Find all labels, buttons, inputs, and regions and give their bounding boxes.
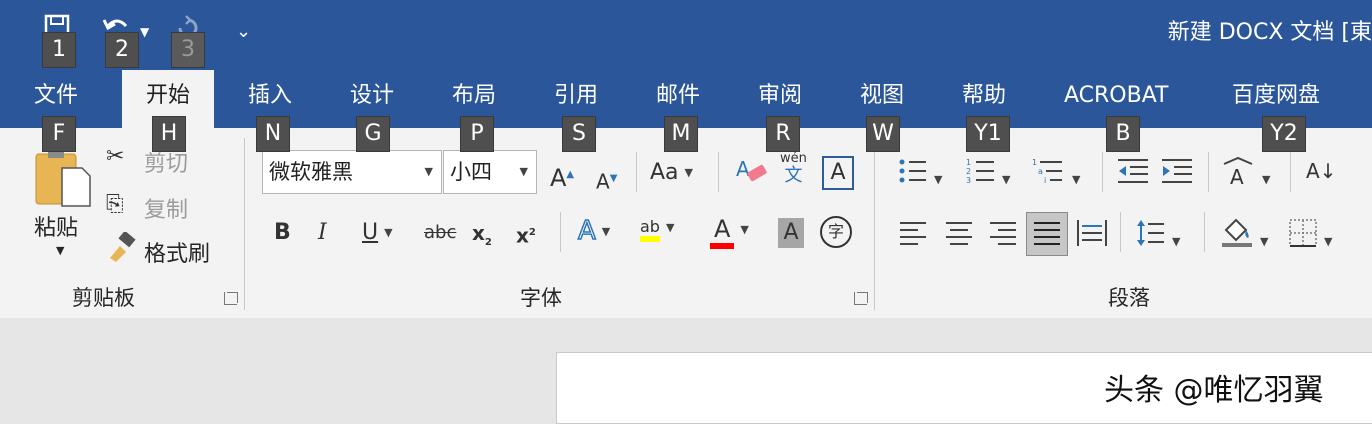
phonetic-guide-icon[interactable]: wén 文 xyxy=(780,152,807,186)
tab-acrobat[interactable]: ACROBAT xyxy=(1064,80,1169,112)
tab-layout[interactable]: 布局 xyxy=(452,80,496,112)
font-name-combobox[interactable]: 微软雅黑 ▼ xyxy=(262,150,442,194)
tab-view[interactable]: 视图 xyxy=(860,80,904,112)
italic-button[interactable]: I xyxy=(318,218,327,248)
keytip-undo: 2 xyxy=(105,32,139,68)
cut-icon: ✂ xyxy=(106,144,125,169)
separator-font-inner3 xyxy=(560,212,561,252)
font-name-value: 微软雅黑 xyxy=(269,160,353,184)
grow-font-icon[interactable]: A▲ xyxy=(550,160,574,193)
align-left-icon[interactable] xyxy=(898,220,928,255)
keytip-help: Y1 xyxy=(966,116,1010,152)
align-center-icon[interactable] xyxy=(944,220,974,255)
justify-icon[interactable] xyxy=(1032,220,1062,255)
chinese-layout-icon[interactable]: A ▼ xyxy=(1222,156,1270,195)
chevron-down-icon[interactable]: ▼ xyxy=(425,151,433,193)
tab-mailings[interactable]: 邮件 xyxy=(656,80,700,112)
shrink-font-icon[interactable]: A▼ xyxy=(596,164,617,197)
character-shading-icon[interactable]: A xyxy=(778,218,804,248)
change-case-icon[interactable]: Aa ▼ xyxy=(650,158,693,188)
multilevel-list-icon[interactable]: 1 a i ▼ xyxy=(1032,156,1080,195)
format-painter-icon[interactable] xyxy=(106,230,138,271)
svg-text:i: i xyxy=(1044,176,1046,185)
separator-font-inner2 xyxy=(718,152,719,192)
keytip-mailings: M xyxy=(664,116,698,152)
shading-icon[interactable]: ▼ xyxy=(1220,216,1268,257)
enclose-characters-icon[interactable]: 字 xyxy=(820,216,852,248)
superscript-button[interactable]: x2 xyxy=(516,218,536,251)
keytip-layout: P xyxy=(460,116,494,152)
svg-text:1: 1 xyxy=(966,158,971,167)
svg-text:A: A xyxy=(736,157,750,181)
font-color-icon[interactable]: A ▼ xyxy=(710,214,749,249)
keytip-view: W xyxy=(866,116,900,152)
font-size-combobox[interactable]: 小四 ▼ xyxy=(443,150,537,194)
separator-para-inner5 xyxy=(1204,212,1205,252)
borders-icon[interactable]: ▼ xyxy=(1288,218,1332,257)
tab-file[interactable]: 文件 xyxy=(34,80,78,112)
tab-design[interactable]: 设计 xyxy=(350,80,394,112)
format-painter-button[interactable]: 格式刷 xyxy=(144,236,210,268)
tab-help[interactable]: 帮助 xyxy=(962,80,1006,112)
increase-indent-icon[interactable] xyxy=(1160,156,1194,195)
separator-font-inner xyxy=(636,152,637,192)
numbering-icon[interactable]: 1 2 3 ▼ xyxy=(966,156,1010,195)
separator-clipboard xyxy=(244,138,245,310)
svg-text:A: A xyxy=(1230,165,1244,186)
keytip-baidu-netdisk: Y2 xyxy=(1262,116,1306,152)
font-size-value: 小四 xyxy=(450,160,492,184)
keytip-home: H xyxy=(152,116,186,152)
document-title: 新建 DOCX 文档 [東 xyxy=(1167,20,1372,45)
clipboard-dialog-launcher-icon[interactable] xyxy=(224,292,237,305)
tab-insert[interactable]: 插入 xyxy=(248,80,292,112)
bullets-icon[interactable]: ▼ xyxy=(898,156,942,195)
tab-references[interactable]: 引用 xyxy=(554,80,598,112)
chevron-down-icon[interactable]: ▼ xyxy=(520,151,528,193)
paste-button[interactable]: 粘贴 xyxy=(34,210,78,242)
paste-icon[interactable] xyxy=(34,148,92,217)
clear-formatting-icon[interactable]: A xyxy=(736,156,768,195)
highlight-icon[interactable]: ab ▼ xyxy=(640,212,674,243)
separator-font xyxy=(874,138,875,310)
customize-qat-icon[interactable]: ⌄ xyxy=(236,14,251,50)
align-right-icon[interactable] xyxy=(988,220,1018,255)
keytip-acrobat: B xyxy=(1106,116,1140,152)
separator-para-inner4 xyxy=(1120,212,1121,252)
svg-text:3: 3 xyxy=(966,176,971,185)
font-group-label: 字体 xyxy=(520,286,562,310)
keytip-design: G xyxy=(356,116,390,152)
clipboard-group-label: 剪贴板 xyxy=(72,286,135,310)
keytip-references: S xyxy=(562,116,596,152)
strikethrough-button[interactable]: abc xyxy=(424,218,456,248)
svg-text:a: a xyxy=(1038,167,1043,176)
distributed-icon[interactable] xyxy=(1076,218,1108,257)
decrease-indent-icon[interactable] xyxy=(1116,156,1150,195)
keytip-redo: 3 xyxy=(171,32,205,68)
bold-button[interactable]: B xyxy=(274,218,291,248)
paste-dropdown-icon[interactable]: ▼ xyxy=(56,244,64,257)
paragraph-group-label: 段落 xyxy=(1108,286,1150,310)
separator-para-inner2 xyxy=(1208,152,1209,192)
keytip-save: 1 xyxy=(42,32,76,68)
line-spacing-icon[interactable]: ▼ xyxy=(1136,218,1180,257)
keytip-review: R xyxy=(766,116,800,152)
keytip-file: F xyxy=(42,116,76,152)
svg-text:2: 2 xyxy=(966,167,971,176)
undo-dropdown-icon[interactable]: ▼ xyxy=(140,14,149,50)
separator-para-inner3 xyxy=(1290,152,1291,192)
text-effects-icon[interactable]: A ▼ xyxy=(577,215,610,247)
svg-text:1: 1 xyxy=(1032,158,1037,167)
separator-para-inner xyxy=(1102,152,1103,192)
character-border-icon[interactable]: A xyxy=(822,156,854,190)
sort-icon[interactable]: A↓ xyxy=(1306,156,1336,186)
subscript-button[interactable]: x2 xyxy=(472,218,492,258)
underline-button[interactable]: U ▼ xyxy=(362,218,393,248)
keytip-insert: N xyxy=(256,116,290,152)
copy-button: 复制 xyxy=(144,198,189,223)
watermark-text: 头条 @唯忆羽翼 xyxy=(1104,373,1324,408)
tab-review[interactable]: 审阅 xyxy=(758,80,802,112)
tab-baidu-netdisk[interactable]: 百度网盘 xyxy=(1232,80,1320,112)
copy-icon: ⎘ xyxy=(106,192,124,217)
font-dialog-launcher-icon[interactable] xyxy=(854,292,867,305)
